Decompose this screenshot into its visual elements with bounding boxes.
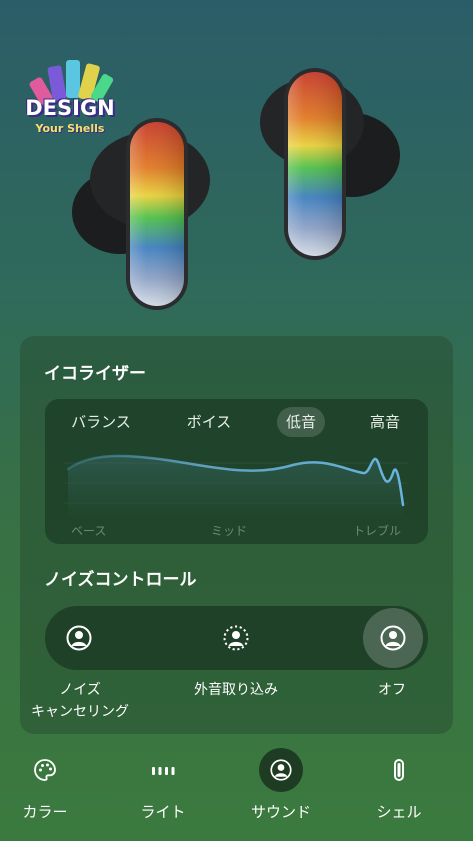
nav-label-shell: シェル (376, 803, 422, 821)
sound-icon (270, 759, 292, 781)
nav-label-sound: サウンド (250, 803, 311, 821)
noise-cancel-icon (66, 625, 92, 651)
bottom-nav: カラー ライト サウンド シェル (0, 742, 473, 841)
ambient-label: 外音取り込み (194, 682, 278, 698)
earbuds-image (72, 68, 400, 310)
nav-label-light: ライト (140, 803, 186, 821)
noise-off-icon (380, 625, 406, 651)
axis-treble-label: トレブル (353, 524, 402, 538)
nav-icon-wrap (23, 748, 67, 792)
nav-icon-wrap (259, 748, 303, 792)
ambient-icon (223, 625, 249, 651)
noise-cancel-label: ノイズ キャンセリング (31, 682, 129, 720)
noise-off-button[interactable] (363, 608, 423, 668)
nav-label-color: カラー (22, 803, 68, 821)
palette-icon (34, 759, 56, 781)
design-your-shells-logo[interactable]: DESIGN Your Shells (22, 56, 118, 146)
nav-icon-wrap (141, 748, 185, 792)
nav-item-light[interactable]: ライト (113, 742, 213, 832)
shell-icon (394, 759, 404, 781)
equalizer-card: バランス ボイス 低音 高音 ベース ミッド トレブル (45, 399, 428, 544)
nav-item-shell[interactable]: シェル (349, 742, 449, 832)
equalizer-title: イコライザー (44, 364, 146, 384)
nav-icon-wrap (377, 748, 421, 792)
nav-item-color[interactable]: カラー (0, 742, 95, 832)
logo-subtitle: Your Shells (35, 122, 105, 135)
tab-bass[interactable]: 低音 (277, 407, 325, 437)
noise-cancel-button[interactable] (49, 608, 109, 668)
logo-title: DESIGN (25, 96, 115, 120)
noise-control-selector (45, 606, 428, 670)
nav-item-sound[interactable]: サウンド (231, 742, 331, 832)
tab-voice[interactable]: ボイス (171, 407, 247, 437)
tab-balance[interactable]: バランス (59, 407, 143, 437)
light-icon (152, 767, 175, 775)
axis-bass-label: ベース (71, 524, 107, 538)
noise-control-title: ノイズコントロール (44, 570, 197, 590)
tab-treble[interactable]: 高音 (357, 407, 413, 437)
product-hero: DESIGN Your Shells (0, 0, 473, 330)
axis-mid-label: ミッド (211, 524, 248, 538)
settings-panel: イコライザー バランス ボイス 低音 高音 ベース ミッド トレブル ノイズコン… (20, 336, 453, 734)
ambient-button[interactable] (206, 608, 266, 668)
eq-curve-graph (63, 454, 408, 519)
noise-off-label: オフ (378, 682, 406, 698)
